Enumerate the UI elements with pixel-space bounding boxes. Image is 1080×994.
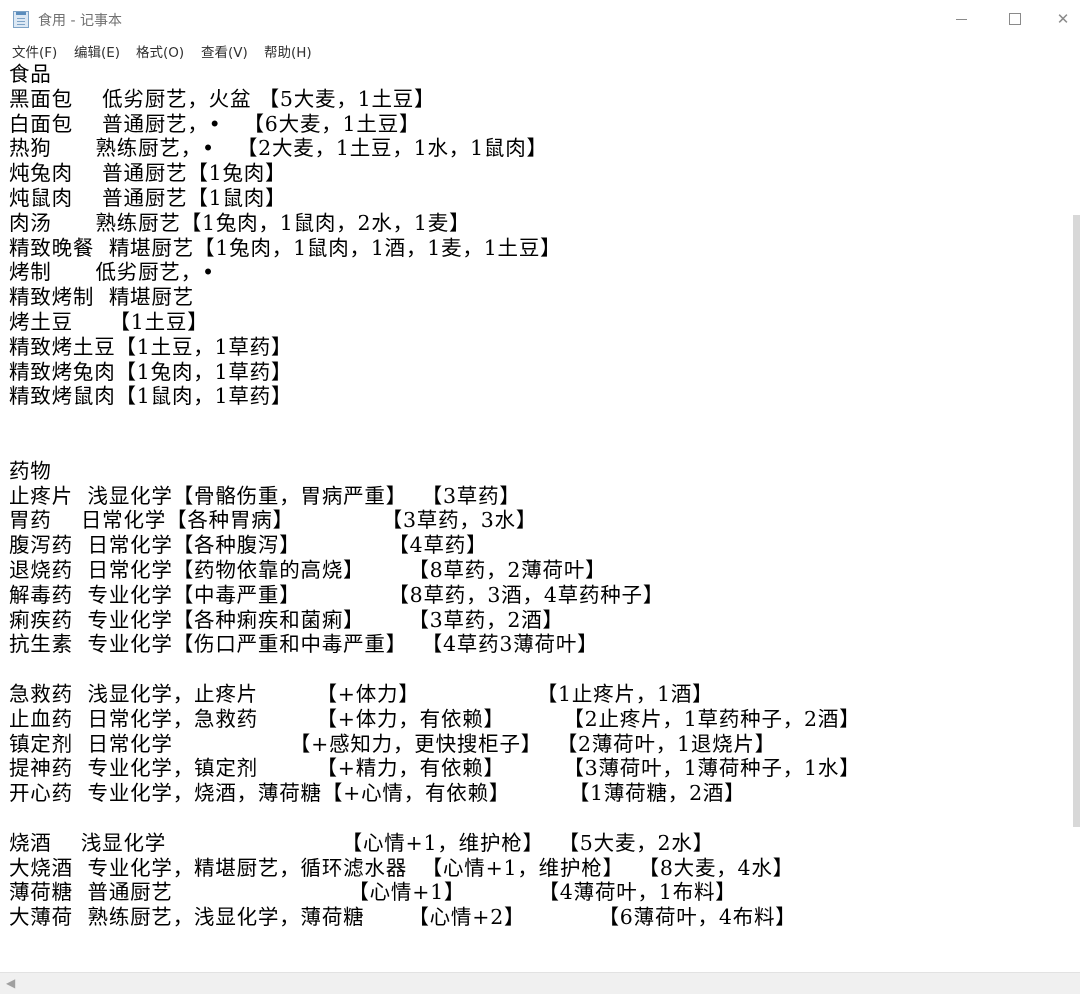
text-line: 热狗 熟练厨艺，• 【2大麦，1土豆，1水，1鼠肉】 <box>9 136 548 161</box>
text-line: 开心药 专业化学，烧酒，薄荷糖【+心情，有依赖】 【1薄荷糖，2酒】 <box>9 781 746 806</box>
text-line: 精致烤制 精堪厨艺 <box>9 285 195 310</box>
text-line: 精致烤土豆【1土豆，1草药】 <box>9 334 293 359</box>
text-line <box>9 434 861 459</box>
text-line <box>9 409 861 434</box>
minimize-button[interactable] <box>938 0 984 38</box>
vertical-scrollbar-thumb[interactable] <box>1073 215 1080 827</box>
maximize-button[interactable] <box>992 0 1038 38</box>
text-line: 大烧酒 专业化学，精堪厨艺，循环滤水器 【心情+1，维护枪】 【8大麦，4水】 <box>9 855 795 880</box>
text-line: 退烧药 日常化学【药物依靠的高烧】 【8草药，2薄荷叶】 <box>9 557 607 582</box>
text-line: 食品 <box>9 62 52 86</box>
close-icon: ✕ <box>1056 9 1070 28</box>
text-line: 抗生素 专业化学【伤口严重和中毒严重】 【4草药3薄荷叶】 <box>9 632 599 657</box>
text-line: 炖兔肉 普通厨艺【1兔肉】 <box>9 161 287 186</box>
text-line: 解毒药 专业化学【中毒严重】 【8草药，3酒，4草药种子】 <box>9 582 665 607</box>
menu-format[interactable]: 格式(O) <box>136 41 184 61</box>
text-line: 黑面包 低劣厨艺，火盆 【5大麦，1土豆】 <box>9 86 436 111</box>
document-text[interactable]: 食品 黑面包 低劣厨艺，火盆 【5大麦，1土豆】 白面包 普通厨艺，• 【6大麦，1… <box>9 62 861 930</box>
text-line: 烤制 低劣厨艺，• <box>9 260 215 285</box>
maximize-icon <box>1009 13 1021 25</box>
text-line: 痢疾药 专业化学【各种痢疾和菌痢】 【3草药，2酒】 <box>9 607 564 632</box>
minimize-icon <box>955 18 967 20</box>
text-line: 精致烤鼠肉【1鼠肉，1草药】 <box>9 384 293 409</box>
text-line <box>9 806 861 831</box>
text-line: 炖鼠肉 普通厨艺【1鼠肉】 <box>9 185 287 210</box>
text-line: 薄荷糖 普通厨艺 【心情+1】 【4薄荷叶，1布料】 <box>9 880 737 905</box>
menu-file[interactable]: 文件(F) <box>12 41 57 61</box>
text-line: 烤土豆 【1土豆】 <box>9 309 209 334</box>
scroll-left-icon[interactable]: ◀ <box>6 976 15 990</box>
title-bar: 食用 - 记事本 ✕ <box>0 0 1080 39</box>
menu-edit[interactable]: 编辑(E) <box>74 41 120 61</box>
text-line: 烧酒 浅显化学 【心情+1，维护枪】 【5大麦，2水】 <box>9 830 714 855</box>
text-line: 精致烤兔肉【1兔肉，1草药】 <box>9 359 293 384</box>
horizontal-scrollbar[interactable]: ◀ <box>0 972 1080 994</box>
text-line: 药物 <box>9 458 52 483</box>
text-line: 精致晚餐 精堪厨艺【1兔肉，1鼠肉，1酒，1麦，1土豆】 <box>9 235 562 260</box>
text-line: 止疼片 浅显化学【骨骼伤重，胃病严重】 【3草药】 <box>9 483 521 508</box>
close-button[interactable]: ✕ <box>1046 0 1080 38</box>
window-title: 食用 - 记事本 <box>38 13 122 29</box>
text-line: 止血药 日常化学，急救药 【+体力，有依赖】 【2止疼片，1草药种子，2酒】 <box>9 706 861 731</box>
text-line: 提神药 专业化学，镇定剂 【+精力，有依赖】 【3薄荷叶，1薄荷种子，1水】 <box>9 756 861 781</box>
text-line: 肉汤 熟练厨艺【1兔肉，1鼠肉，2水，1麦】 <box>9 210 471 235</box>
menu-bar: 文件(F) 编辑(E) 格式(O) 查看(V) 帮助(H) <box>0 38 1080 62</box>
notepad-icon <box>13 11 29 28</box>
text-line: 胃药 日常化学【各种胃病】 【3草药，3水】 <box>9 508 538 533</box>
text-line <box>9 657 861 682</box>
text-line: 急救药 浅显化学，止疼片 【+体力】 【1止疼片，1酒】 <box>9 681 714 706</box>
menu-help[interactable]: 帮助(H) <box>264 41 312 61</box>
text-line: 大薄荷 熟练厨艺，浅显化学，薄荷糖 【心情+2】 【6薄荷叶，4布料】 <box>9 905 797 930</box>
text-line: 白面包 普通厨艺，• 【6大麦，1土豆】 <box>9 111 421 136</box>
menu-view[interactable]: 查看(V) <box>201 41 248 61</box>
text-editor[interactable]: 食品 黑面包 低劣厨艺，火盆 【5大麦，1土豆】 白面包 普通厨艺，• 【6大麦，1… <box>0 62 1072 972</box>
text-line: 腹泻药 日常化学【各种腹泻】 【4草药】 <box>9 533 488 558</box>
text-line: 镇定剂 日常化学 【+感知力，更快搜柜子】 【2薄荷叶，1退烧片】 <box>9 731 777 756</box>
